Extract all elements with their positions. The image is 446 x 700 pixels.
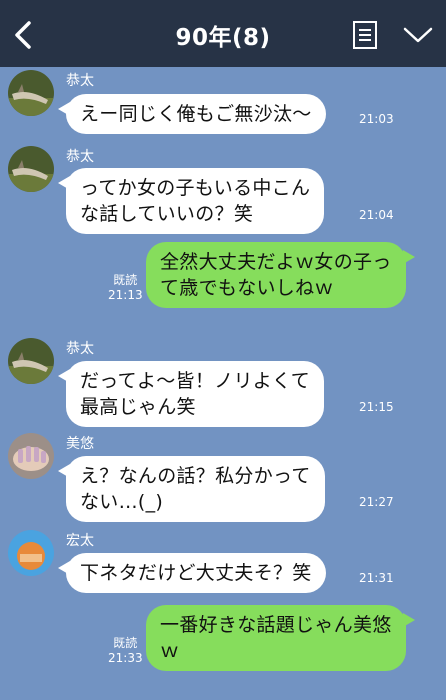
read-receipt: 既読 21:33 bbox=[108, 636, 143, 666]
avatar-image bbox=[8, 146, 54, 192]
sender-name: 宏太 bbox=[66, 533, 94, 549]
menu-button[interactable] bbox=[402, 24, 434, 46]
avatar-image bbox=[8, 433, 54, 479]
avatar-kyota[interactable] bbox=[8, 338, 54, 384]
note-button[interactable] bbox=[352, 20, 378, 50]
chat-header: 90年(8) bbox=[0, 0, 446, 67]
message-time: 21:03 bbox=[359, 112, 394, 126]
avatar-image bbox=[8, 338, 54, 384]
message-time: 21:31 bbox=[359, 571, 394, 585]
back-button[interactable] bbox=[8, 18, 38, 52]
message-time: 21:27 bbox=[359, 495, 394, 509]
message-bubble-incoming[interactable]: えー同じく俺もご無沙汰〜 bbox=[58, 94, 326, 134]
read-label: 既読 bbox=[113, 273, 138, 287]
message-bubble-incoming[interactable]: ってか女の子もいる中こん な話していいの？笑 bbox=[57, 168, 325, 234]
avatar-image bbox=[8, 70, 54, 116]
message-time: 21:04 bbox=[359, 208, 394, 222]
note-icon bbox=[353, 21, 377, 49]
avatar-kyota[interactable] bbox=[8, 70, 54, 116]
sender-name: 恭太 bbox=[66, 341, 94, 357]
message-bubble-incoming[interactable]: え？なんの話？私分かって ない…(_) bbox=[58, 456, 325, 522]
sender-name: 恭太 bbox=[66, 149, 94, 165]
message-bubble-incoming[interactable]: 下ネタだけど大丈夫そ？笑 bbox=[58, 553, 326, 593]
avatar-miyu[interactable] bbox=[8, 433, 54, 479]
message-time: 21:13 bbox=[108, 288, 143, 302]
chevron-left-icon bbox=[15, 21, 31, 49]
message-bubble-outgoing[interactable]: 一番好きな話題じゃん美悠 ｗ bbox=[146, 605, 415, 671]
read-label: 既読 bbox=[113, 636, 138, 650]
chat-title: 90年(8) bbox=[175, 25, 271, 51]
avatar-image bbox=[8, 530, 54, 576]
message-time: 21:33 bbox=[108, 651, 143, 665]
sender-name: 美悠 bbox=[66, 436, 94, 452]
message-bubble-outgoing[interactable]: 全然大丈夫だよｗ女の子っ て歳でもないしねｗ bbox=[146, 242, 415, 308]
chevron-down-icon bbox=[403, 27, 433, 43]
avatar-kota[interactable] bbox=[8, 530, 54, 576]
avatar-kyota[interactable] bbox=[8, 146, 54, 192]
read-receipt: 既読 21:13 bbox=[108, 273, 143, 303]
sender-name: 恭太 bbox=[66, 73, 94, 89]
message-bubble-incoming[interactable]: だってよ〜皆！ノリよくて 最高じゃん笑 bbox=[57, 361, 325, 427]
message-time: 21:15 bbox=[359, 400, 394, 414]
